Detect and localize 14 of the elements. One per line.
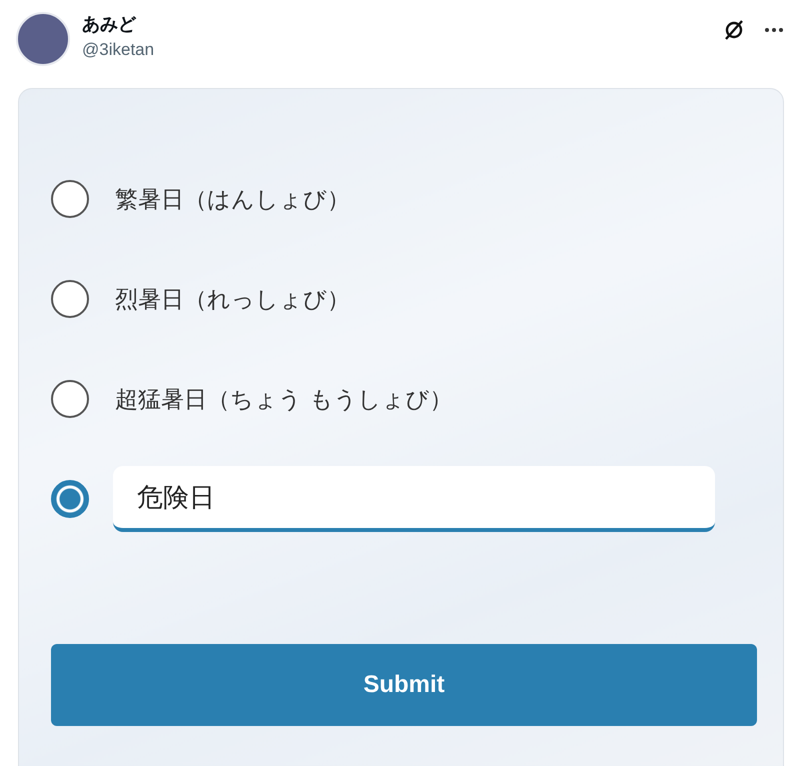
option-label: 繁暑日（はんしょび） [115,186,350,214]
radio-button[interactable] [51,180,89,218]
option-label: 超猛暑日（ちょう もうしょび） [115,386,452,414]
avatar[interactable] [16,12,70,66]
answer-field[interactable]: 危険日 [113,466,715,532]
radio-button[interactable] [51,380,89,418]
radio-button[interactable] [51,280,89,318]
option-label: 烈暑日（れっしょび） [115,286,350,314]
slashed-circle-icon[interactable] [722,18,746,42]
user-handle: @3iketan [82,40,154,60]
radio-button[interactable] [51,480,89,518]
submit-button[interactable]: Submit [51,644,757,726]
more-icon[interactable] [764,27,784,33]
user-name: あみど [82,13,138,36]
